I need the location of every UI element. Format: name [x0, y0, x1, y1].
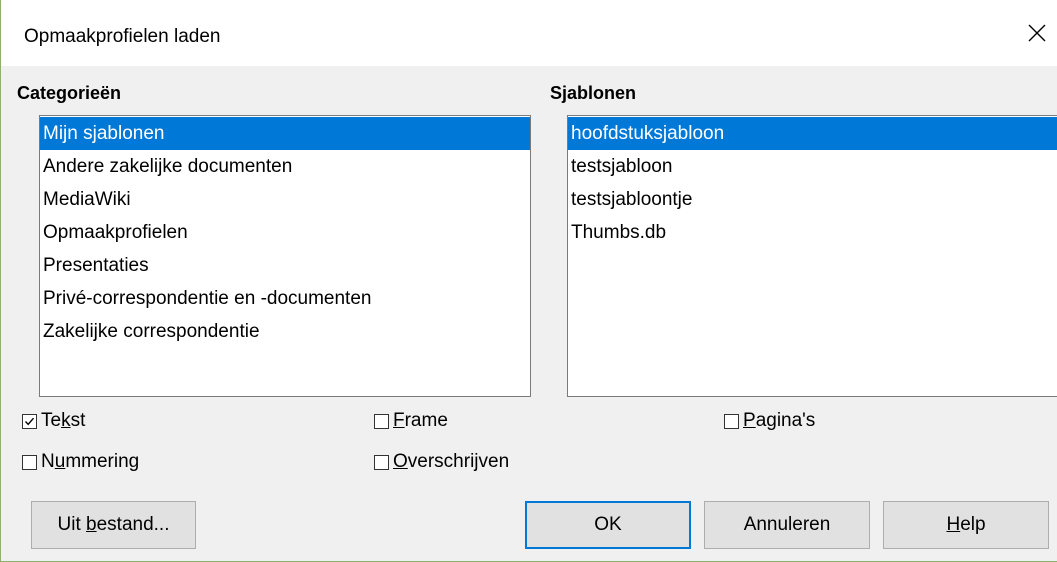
cancel-button-label: Annuleren	[743, 514, 831, 535]
checkmark-icon	[24, 417, 35, 425]
pages-checkbox[interactable]: Pagina's	[724, 410, 815, 432]
overwrite-checkbox-label: Overschrijven	[393, 451, 510, 472]
numbering-checkbox-label: Nummering	[41, 451, 140, 472]
template-item[interactable]: testsjabloontje	[568, 183, 1057, 216]
close-button[interactable]	[1017, 10, 1057, 56]
from-file-button-label: Uit bestand...	[57, 514, 170, 535]
frame-checkbox[interactable]: Frame	[374, 410, 448, 432]
numbering-checkbox[interactable]: Nummering	[22, 451, 139, 473]
text-checkbox[interactable]: Tekst	[22, 410, 85, 432]
template-item[interactable]: testsjabloon	[568, 150, 1057, 183]
dialog-title: Opmaakprofielen laden	[24, 26, 221, 47]
categories-listbox[interactable]: Mijn sjablonen Andere zakelijke documente…	[39, 115, 531, 397]
category-item[interactable]: Mijn sjablonen	[40, 117, 530, 150]
load-styles-dialog: Opmaakprofielen laden Categorieën Sjablo…	[0, 0, 1057, 562]
category-item[interactable]: Opmaakprofielen	[40, 216, 530, 249]
ok-button[interactable]: OK	[525, 501, 691, 549]
cancel-button[interactable]: Annuleren	[704, 501, 870, 549]
template-item[interactable]: Thumbs.db	[568, 216, 1057, 249]
category-item[interactable]: Presentaties	[40, 249, 530, 282]
category-item[interactable]: Zakelijke correspondentie	[40, 315, 530, 348]
category-item[interactable]: Andere zakelijke documenten	[40, 150, 530, 183]
overwrite-checkbox-box[interactable]	[374, 454, 389, 470]
numbering-checkbox-box[interactable]	[22, 454, 37, 470]
frame-checkbox-label: Frame	[393, 410, 448, 431]
text-checkbox-box[interactable]	[22, 413, 37, 429]
ok-button-label: OK	[594, 514, 622, 535]
help-button[interactable]: Help	[883, 501, 1049, 549]
category-item[interactable]: Privé-correspondentie en -documenten	[40, 282, 530, 315]
category-item[interactable]: MediaWiki	[40, 183, 530, 216]
from-file-button[interactable]: Uit bestand...	[31, 501, 196, 549]
template-item[interactable]: hoofdstuksjabloon	[568, 117, 1057, 150]
frame-checkbox-box[interactable]	[374, 413, 389, 429]
categories-label: Categorieën	[17, 83, 122, 103]
templates-listbox[interactable]: hoofdstuksjabloon testsjabloon testsjabloo…	[567, 115, 1057, 397]
title-bar: Opmaakprofielen laden	[1, 0, 1057, 66]
text-checkbox-label: Tekst	[41, 410, 86, 431]
help-button-label: Help	[946, 514, 986, 535]
overwrite-checkbox[interactable]: Overschrijven	[374, 451, 509, 473]
templates-label: Sjablonen	[550, 83, 637, 103]
pages-checkbox-box[interactable]	[724, 413, 739, 429]
pages-checkbox-label: Pagina's	[743, 410, 816, 431]
close-icon	[1028, 24, 1046, 42]
